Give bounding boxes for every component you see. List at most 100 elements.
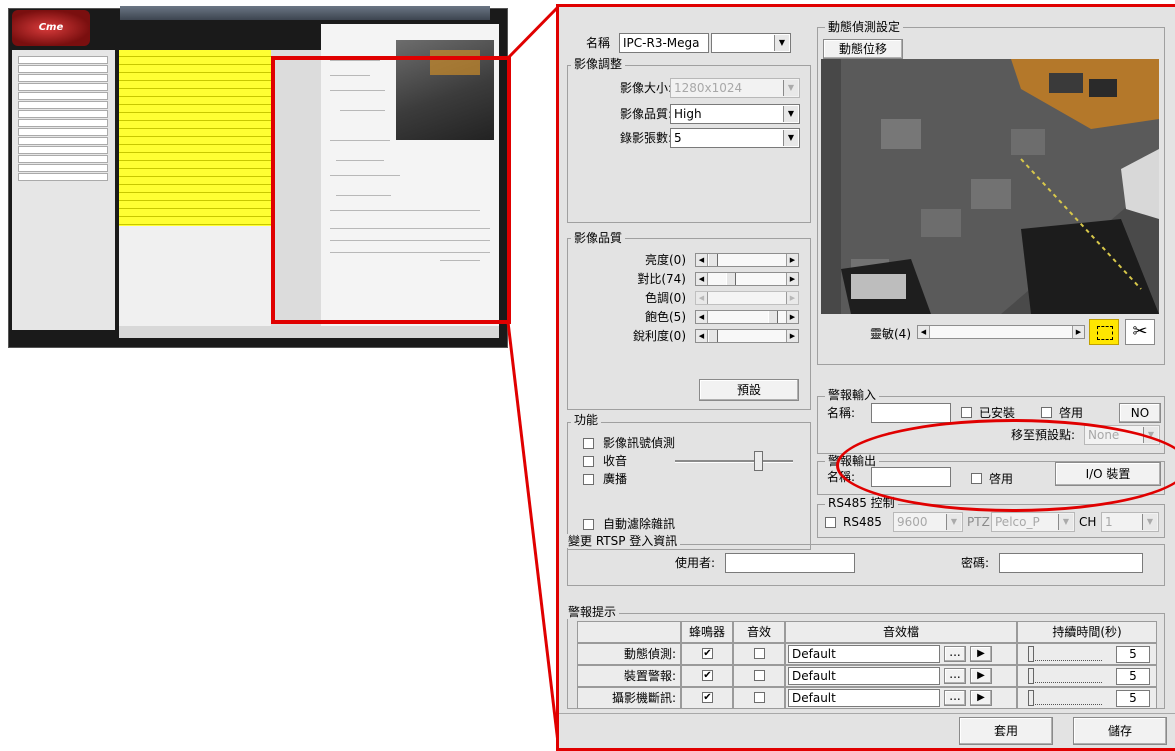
sound-file-input[interactable]: Default <box>788 645 940 663</box>
volume-slider-track[interactable] <box>675 460 793 463</box>
thumbnail-list-row <box>179 184 271 185</box>
denoise-checkbox[interactable] <box>583 519 594 530</box>
duration-value[interactable]: 5 <box>1116 668 1150 685</box>
slider-thumb[interactable] <box>768 311 778 323</box>
alarm-row-label: 攝影機斷訊: <box>577 687 681 709</box>
thumbnail-list-row <box>179 176 271 177</box>
audio-in-checkbox[interactable] <box>583 456 594 467</box>
alarm-row-label: 裝置警報: <box>577 665 681 687</box>
rtsp-title: 變更 RTSP 登入資訊 <box>565 534 681 548</box>
video-signal-checkbox[interactable] <box>583 438 594 449</box>
image-quality-slider-label: 銳利度(0) <box>633 329 686 343</box>
table-header-cell: 音效 <box>733 621 785 643</box>
denoise-label: 自動濾除雜訊 <box>603 517 676 531</box>
sensitivity-label: 靈敏(4) <box>870 327 911 341</box>
buzzer-checkbox[interactable]: ✔ <box>702 692 713 703</box>
thumbnail-menu-item <box>18 137 108 145</box>
thumbnail-menu-item <box>18 173 108 181</box>
play-icon[interactable]: ▶ <box>970 690 992 706</box>
alarm-notice-title: 警報提示 <box>565 605 620 619</box>
arrow-left-icon: ◀ <box>696 292 708 304</box>
arrow-right-icon[interactable]: ▶ <box>786 330 798 342</box>
alarm-installed-checkbox[interactable] <box>961 407 972 418</box>
apply-button[interactable]: 套用 <box>959 717 1053 745</box>
duration-slider[interactable] <box>1028 690 1102 706</box>
browse-button[interactable]: ... <box>944 646 966 662</box>
arrow-left-icon[interactable]: ◀ <box>696 330 708 342</box>
thumbnail-menu-item <box>18 146 108 154</box>
buzzer-checkbox[interactable]: ✔ <box>702 648 713 659</box>
duration-value[interactable]: 5 <box>1116 646 1150 663</box>
chevron-down-icon: ▼ <box>946 514 961 530</box>
buzzer-checkbox[interactable]: ✔ <box>702 670 713 681</box>
image-quality-title: 影像品質 <box>571 231 626 245</box>
slider-thumb[interactable] <box>1028 690 1034 706</box>
sound-file-cell: Default... ▶ <box>785 687 1017 709</box>
record-rate-value: 5 <box>674 131 682 145</box>
duration-cell: 5 <box>1017 665 1157 687</box>
arrow-left-icon[interactable]: ◀ <box>696 273 708 285</box>
arrow-right-icon[interactable]: ▶ <box>786 311 798 323</box>
image-quality-slider[interactable]: ◀ ▶ <box>695 310 799 324</box>
arrow-left-icon[interactable]: ◀ <box>918 326 930 338</box>
play-icon[interactable]: ▶ <box>970 668 992 684</box>
rtsp-user-input[interactable] <box>725 553 855 573</box>
sound-checkbox[interactable] <box>754 648 765 659</box>
chevron-down-icon: ▼ <box>783 106 798 122</box>
sound-file-input[interactable]: Default <box>788 667 940 685</box>
slider-thumb[interactable] <box>1028 668 1034 684</box>
rtsp-password-input[interactable] <box>999 553 1143 573</box>
thumbnail-list-row <box>119 80 179 81</box>
slider-thumb[interactable] <box>726 273 736 285</box>
thumbnail-list-row <box>179 168 271 169</box>
thumbnail-titlebar <box>120 6 490 20</box>
record-rate-select[interactable]: 5 ▼ <box>670 128 800 148</box>
image-quality-select[interactable]: High ▼ <box>670 104 800 124</box>
thumbnail-list-row <box>119 112 179 113</box>
image-quality-slider[interactable]: ◀ ▶ <box>695 253 799 267</box>
broadcast-checkbox[interactable] <box>583 474 594 485</box>
image-quality-slider[interactable]: ◀ ▶ <box>695 272 799 286</box>
sensitivity-slider[interactable]: ◀ ▶ <box>917 325 1085 339</box>
sound-checkbox[interactable] <box>754 670 765 681</box>
arrow-left-icon[interactable]: ◀ <box>696 254 708 266</box>
volume-slider-thumb[interactable] <box>754 451 763 471</box>
select-region-tool[interactable] <box>1089 319 1119 345</box>
sound-checkbox[interactable] <box>754 692 765 703</box>
duration-slider[interactable] <box>1028 668 1102 684</box>
alarm-input-enable-label: 啓用 <box>1059 406 1084 420</box>
thumbnail-list-row <box>119 152 179 153</box>
arrow-right-icon[interactable]: ▶ <box>1072 326 1084 338</box>
rtsp-user-label: 使用者: <box>675 556 716 570</box>
baud-rate-select: 9600 ▼ <box>893 512 963 532</box>
image-quality-slider-label: 色調(0) <box>645 291 686 305</box>
browse-button[interactable]: ... <box>944 690 966 706</box>
slider-thumb[interactable] <box>708 330 718 342</box>
scissors-icon[interactable]: ✂ <box>1125 319 1155 345</box>
arrow-right-icon[interactable]: ▶ <box>786 254 798 266</box>
duration-slider[interactable] <box>1028 646 1102 662</box>
save-button[interactable]: 儲存 <box>1073 717 1167 745</box>
slider-thumb[interactable] <box>1028 646 1034 662</box>
arrow-left-icon[interactable]: ◀ <box>696 311 708 323</box>
camera-name-dropdown[interactable]: ▼ <box>711 33 791 53</box>
slider-thumb[interactable] <box>708 254 718 266</box>
camera-name-input[interactable]: IPC-R3-Mega <box>619 33 709 53</box>
alarm-input-enable-checkbox[interactable] <box>1041 407 1052 418</box>
motion-tab[interactable]: 動態位移 <box>823 39 903 59</box>
default-button[interactable]: 預設 <box>699 379 799 401</box>
ptz-label: PTZ <box>967 515 990 529</box>
camera-preview-image <box>821 59 1159 314</box>
play-icon[interactable]: ▶ <box>970 646 992 662</box>
image-quality-slider-label: 對比(74) <box>637 272 686 286</box>
alarm-state-button[interactable]: NO <box>1119 403 1161 423</box>
image-quality-slider[interactable]: ◀ ▶ <box>695 329 799 343</box>
rs485-checkbox[interactable] <box>825 517 836 528</box>
sound-file-input[interactable]: Default <box>788 689 940 707</box>
alarm-input-name-field[interactable] <box>871 403 951 423</box>
image-quality-label: 影像品質: <box>620 107 673 121</box>
browse-button[interactable]: ... <box>944 668 966 684</box>
arrow-right-icon[interactable]: ▶ <box>786 273 798 285</box>
baud-rate-value: 9600 <box>897 515 928 529</box>
duration-value[interactable]: 5 <box>1116 690 1150 707</box>
